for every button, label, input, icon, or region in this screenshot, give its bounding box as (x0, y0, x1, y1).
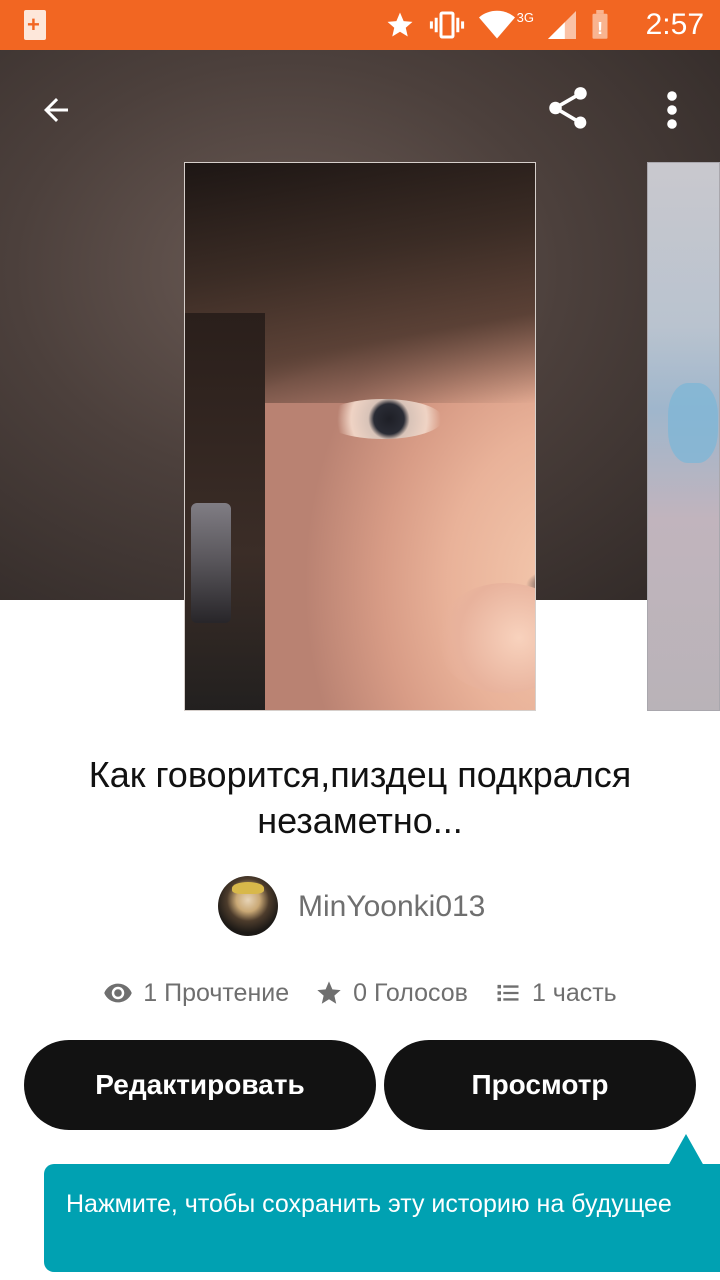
share-icon (549, 87, 587, 129)
parts-stat: 1 часть (494, 979, 617, 1008)
reads-stat: 1 Прочтение (103, 978, 289, 1008)
svg-text:!: ! (597, 18, 603, 38)
share-button[interactable] (538, 78, 598, 138)
status-icons: 3G ! (385, 8, 610, 42)
story-stats: 1 Прочтение 0 Голосов 1 часть (0, 972, 720, 1014)
save-hint-tooltip[interactable]: Нажмите, чтобы сохранить эту историю на … (44, 1164, 720, 1272)
battery-icon: ! (592, 10, 608, 39)
tooltip-arrow (668, 1134, 704, 1166)
signal-icon (548, 11, 576, 39)
network-type-label: 3G (516, 9, 534, 25)
more-vert-icon (667, 91, 677, 129)
author-row[interactable]: MinYoonki013 (0, 876, 720, 938)
tooltip-text: Нажмите, чтобы сохранить эту историю на … (66, 1190, 672, 1218)
parts-count: 1 часть (531, 978, 617, 1007)
wifi-icon (478, 10, 515, 39)
story-title: Как говорится,пиздец подкрался незаметно… (88, 754, 632, 841)
story-cover[interactable] (184, 162, 536, 711)
votes-count: 0 Голосов (353, 978, 468, 1007)
view-button[interactable]: Просмотр (384, 1040, 696, 1130)
star-icon (387, 12, 413, 37)
author-name[interactable]: MinYoonki013 (298, 890, 485, 924)
edit-button[interactable]: Редактировать (24, 1040, 376, 1130)
status-bar: 3G ! 2:57 (0, 0, 720, 50)
list-icon (497, 984, 519, 1002)
votes-stat: 0 Голосов (315, 979, 468, 1008)
avatar[interactable] (218, 876, 278, 936)
back-button[interactable] (28, 82, 84, 138)
next-story-cover[interactable] (647, 162, 720, 711)
more-options-button[interactable] (650, 82, 694, 138)
clock: 2:57 (645, 8, 704, 41)
top-toolbar (0, 50, 720, 162)
eye-icon (104, 983, 133, 1003)
vibrate-icon (429, 11, 464, 39)
back-arrow-icon (44, 98, 68, 122)
star-icon (317, 981, 341, 1004)
battery-saver-icon (24, 10, 46, 40)
reads-count: 1 Прочтение (143, 978, 290, 1007)
